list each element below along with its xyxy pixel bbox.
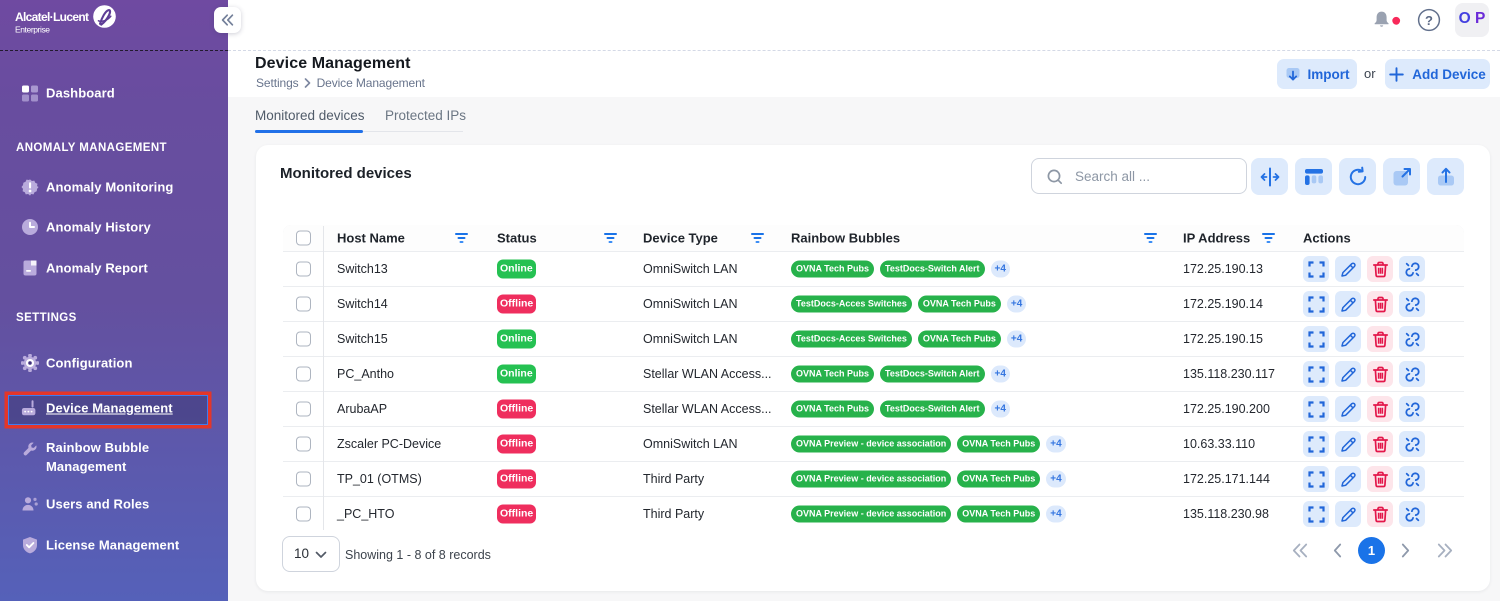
svg-text:Enterprise: Enterprise (15, 25, 50, 35)
svg-text:Alcatel·Lucent: Alcatel·Lucent (15, 10, 89, 24)
svg-text:?: ? (1425, 13, 1433, 28)
